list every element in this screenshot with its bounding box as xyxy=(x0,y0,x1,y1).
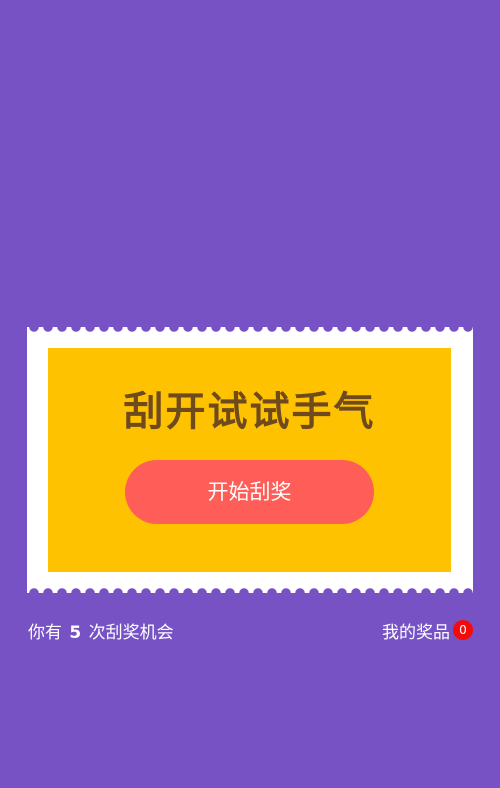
scratch-ticket: 刮开试试手气 开始刮奖 xyxy=(27,320,473,600)
my-prizes-link[interactable]: 我的奖品 xyxy=(382,622,450,644)
chances-count: 5 xyxy=(69,623,82,643)
remaining-chances-text: 你有 5 次刮奖机会 xyxy=(28,622,174,644)
start-scratch-button[interactable]: 开始刮奖 xyxy=(125,460,374,524)
ticket-top-edge xyxy=(27,320,473,334)
chances-suffix: 次刮奖机会 xyxy=(88,623,174,643)
scratch-area[interactable]: 刮开试试手气 开始刮奖 xyxy=(48,348,451,572)
scratch-headline: 刮开试试手气 xyxy=(123,388,376,435)
prizes-count-badge: 0 xyxy=(453,620,473,640)
ticket-bottom-edge xyxy=(27,586,473,600)
chances-prefix: 你有 xyxy=(28,623,62,643)
